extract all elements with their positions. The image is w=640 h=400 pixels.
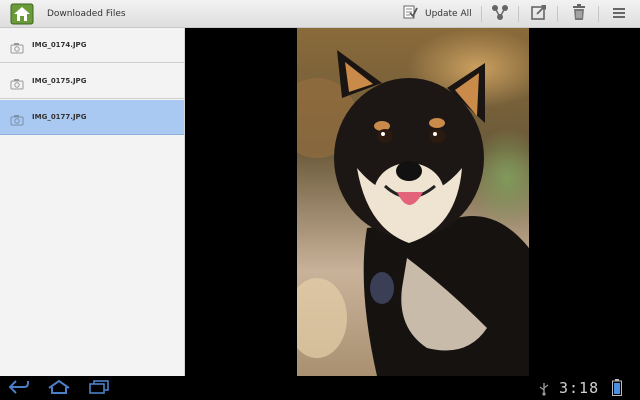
camera-icon	[10, 75, 24, 94]
recent-apps-icon[interactable]	[88, 379, 110, 399]
separator	[598, 6, 599, 22]
share-icon	[491, 3, 509, 25]
system-bar: 3:18	[0, 376, 640, 400]
camera-icon	[10, 39, 24, 58]
file-list-item-selected[interactable]: IMG_0177.JPG	[0, 100, 184, 135]
file-list: IMG_0174.JPG IMG_0175.JPG IMG_0177.JPG	[0, 28, 185, 376]
action-bar: Downloaded Files Update All	[0, 0, 640, 28]
file-name: IMG_0177.JPG	[32, 113, 87, 121]
home-icon[interactable]	[47, 379, 71, 399]
update-all-button[interactable]: Update All	[402, 0, 472, 28]
battery-icon	[612, 379, 622, 400]
separator	[557, 6, 558, 22]
separator	[481, 6, 482, 22]
export-icon	[530, 3, 548, 25]
clock: 3:18	[559, 379, 600, 397]
delete-button[interactable]	[570, 0, 588, 28]
separator	[518, 6, 519, 22]
photo-preview[interactable]	[297, 28, 529, 376]
preview-pane	[185, 28, 640, 376]
overflow-menu-button[interactable]	[612, 0, 626, 28]
export-button[interactable]	[530, 0, 548, 28]
overflow-menu-icon	[612, 5, 626, 24]
app-logo-icon[interactable]	[10, 3, 34, 25]
share-button[interactable]	[491, 0, 509, 28]
page-title: Downloaded Files	[47, 9, 126, 19]
usb-icon	[538, 381, 550, 400]
update-all-label: Update All	[425, 9, 472, 19]
file-name: IMG_0174.JPG	[32, 41, 87, 49]
update-all-icon	[402, 4, 418, 24]
file-list-item[interactable]: IMG_0175.JPG	[0, 64, 184, 99]
file-name: IMG_0175.JPG	[32, 77, 87, 85]
file-list-item[interactable]: IMG_0174.JPG	[0, 28, 184, 63]
delete-icon	[570, 3, 588, 25]
back-icon[interactable]	[8, 379, 30, 399]
camera-icon	[10, 111, 24, 130]
